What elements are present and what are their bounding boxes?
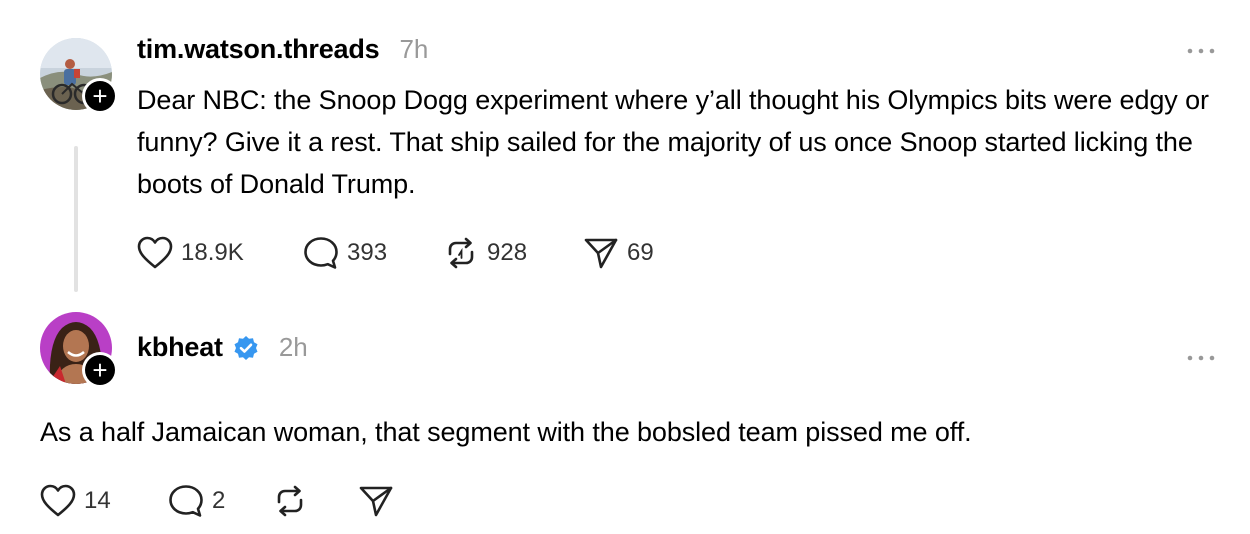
more-horizontal-icon [1187,48,1215,54]
more-horizontal-icon [1187,355,1215,361]
heart-icon [40,484,76,517]
share-count: 69 [627,239,654,266]
reply-count: 393 [347,239,388,266]
repost-button[interactable] [272,484,316,518]
plus-icon: + [85,355,115,385]
paper-plane-icon [359,486,393,517]
repost-arrows-icon [277,485,303,517]
post-time[interactable]: 7h [399,34,428,65]
reply-button[interactable]: 2 [168,484,225,518]
share-button[interactable]: 69 [583,236,654,270]
post-text: As a half Jamaican woman, that segment w… [40,417,972,447]
heart-icon [137,236,173,269]
username[interactable]: tim.watson.threads [137,34,380,65]
reply-count: 2 [212,487,226,514]
more-button[interactable] [1186,36,1216,62]
username[interactable]: kbheat [137,332,223,363]
like-button[interactable]: 18.9K [137,236,244,270]
repost-arrows-icon [448,237,474,269]
thread-line [74,146,78,292]
post-header: kbheat 2h [137,332,308,363]
share-button[interactable] [358,484,402,518]
speech-bubble-icon [304,237,338,269]
repost-count: 928 [487,239,528,266]
paper-plane-icon [584,238,618,269]
like-count: 18.9K [181,239,244,266]
like-button[interactable]: 14 [40,484,111,518]
follow-button[interactable]: + [82,78,118,114]
like-count: 14 [84,487,111,514]
post-text: Dear NBC: the Snoop Dogg experiment wher… [137,85,1209,199]
post-time[interactable]: 2h [279,332,308,363]
repost-button[interactable]: 928 [443,236,527,270]
post-header: tim.watson.threads 7h [137,34,428,65]
speech-bubble-icon [169,485,203,517]
follow-button[interactable]: + [82,352,118,388]
reply-button[interactable]: 393 [303,236,387,270]
verified-badge-icon [234,335,258,360]
more-button[interactable] [1186,343,1216,369]
plus-icon: + [85,81,115,111]
